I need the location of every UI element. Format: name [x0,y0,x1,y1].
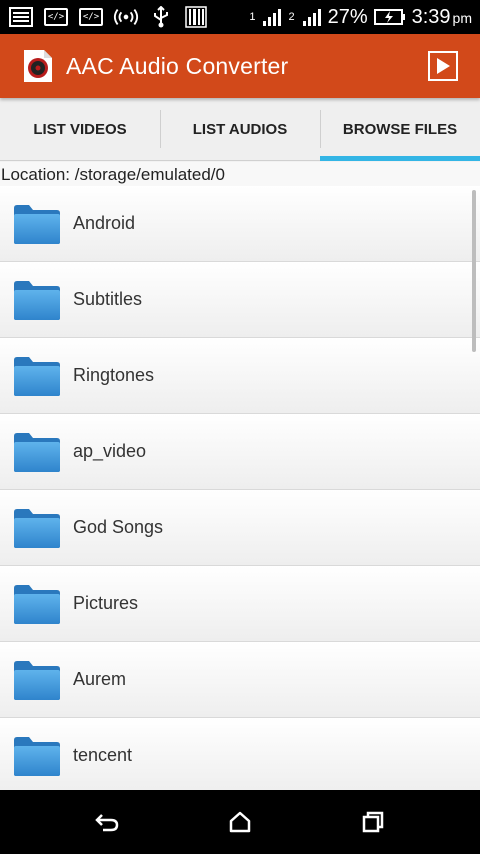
folder-icon [14,280,60,320]
recent-apps-button[interactable] [343,800,403,844]
wireless-broadcast-icon [113,6,139,28]
item-label: Aurem [73,669,127,689]
signal-icon [302,9,321,26]
battery-charging-icon [373,9,405,25]
barcode-icon [183,6,209,28]
list-item[interactable]: Android [0,186,480,262]
list-item[interactable]: Pictures [0,566,480,642]
app-toolbar: AAC Audio Converter [0,34,480,98]
code-icon: </> [78,6,104,28]
scrollbar[interactable] [472,190,476,352]
home-icon [229,811,251,833]
item-label: tencent [73,745,133,765]
usb-icon [148,6,174,28]
system-nav-bar [0,790,480,854]
list-item[interactable]: tencent [0,718,480,790]
recent-apps-icon [363,811,384,833]
back-button[interactable] [77,800,137,844]
list-item[interactable]: ap_video [0,414,480,490]
location-path: Location: /storage/emulated/0 [0,162,480,188]
app-logo-icon [24,50,52,82]
tab-list-audios[interactable]: LIST AUDIOS [160,98,320,160]
convert-play-button[interactable] [428,51,458,81]
folder-icon [14,356,60,396]
home-button[interactable] [210,800,270,844]
list-item[interactable]: God Songs [0,490,480,566]
active-tab-indicator [320,156,480,161]
play-icon [437,58,450,74]
sim1-label: 1 [249,11,256,23]
status-bar: </> </> 1 2 27% 3:39 pm [0,0,480,34]
item-label: God Songs [73,517,164,537]
list-item[interactable]: Ringtones [0,338,480,414]
clock: 3:39 pm [411,5,472,28]
file-list[interactable]: Android Subtitles Ringtones ap_video God… [0,186,480,790]
tab-browse-files[interactable]: BROWSE FILES [320,98,480,161]
list-item[interactable]: Aurem [0,642,480,718]
folder-icon [14,736,60,776]
screenshot-icon [8,6,34,28]
list-item[interactable]: Subtitles [0,262,480,338]
folder-icon [14,584,60,624]
battery-percent: 27% [327,5,368,28]
signal-icon [263,9,282,26]
item-label: ap_video [73,441,147,461]
folder-icon [14,204,60,244]
folder-icon [14,660,60,700]
item-label: Subtitles [73,289,143,309]
folder-icon [14,508,60,548]
item-label: Android [73,213,136,233]
item-label: Ringtones [73,365,155,385]
item-label: Pictures [73,593,139,613]
tab-bar: LIST VIDEOS LIST AUDIOS BROWSE FILES [0,98,480,161]
code-icon: </> [43,6,69,28]
back-icon [94,814,118,832]
tab-list-videos[interactable]: LIST VIDEOS [0,98,160,160]
folder-icon [14,432,60,472]
sim2-label: 2 [288,11,295,23]
app-title: AAC Audio Converter [66,52,289,79]
